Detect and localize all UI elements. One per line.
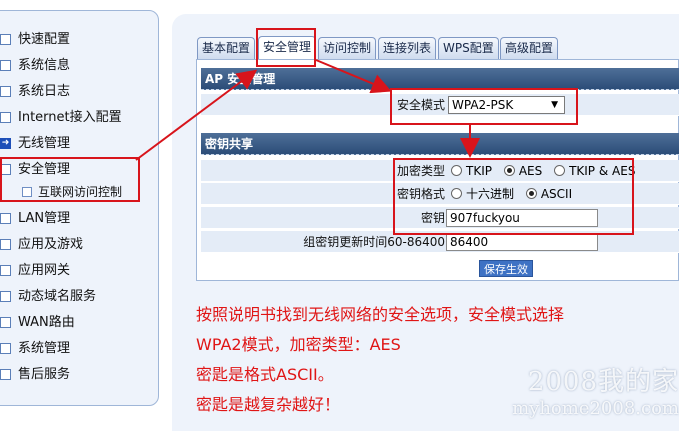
annotation-line: WPA2模式，加密类型：AES — [196, 335, 401, 354]
watermark-line: myhome2008.com — [512, 398, 679, 419]
watermark-line: 2008我的家 — [527, 367, 679, 397]
annotation-line: 按照说明书找到无线网络的安全选项，安全模式选择 — [196, 305, 565, 324]
arrow-sidebar-to-tab — [135, 69, 258, 161]
arrow-tab-to-mode — [315, 59, 392, 94]
watermark: 2008我的家 myhome2008.com — [468, 366, 679, 420]
